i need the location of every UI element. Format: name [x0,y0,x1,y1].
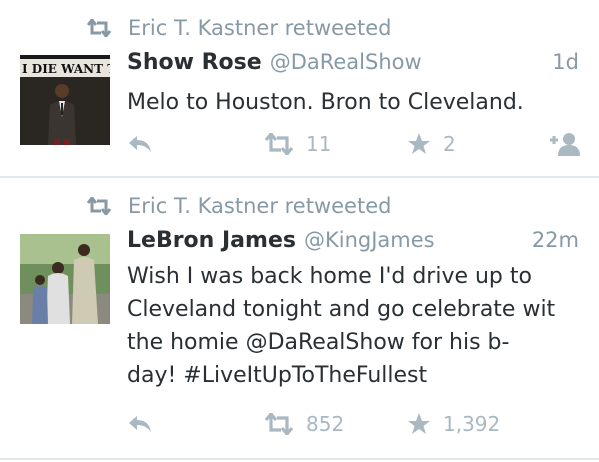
tweet-text-line: Cleveland tonight and go celebrate wit [127,297,556,322]
favorite-count: 2 [443,132,456,156]
tweet-show-rose[interactable]: Eric T. Kastner retweeted I DIE WANT T S… [0,0,599,176]
tweet-time[interactable]: 22m [532,228,579,252]
retweet-button[interactable]: 11 [264,132,331,156]
tweet-lebron-james[interactable]: Eric T. Kastner retweeted LeBron James @… [0,178,599,462]
tweet-text: Melo to Houston. Bron to Cleveland. [127,86,587,119]
retweet-icon [264,133,294,155]
tweet-text-line: the homie @DaRealShow for his b- [127,330,510,355]
follow-button[interactable] [544,131,580,157]
author-name[interactable]: Show Rose [127,50,262,75]
reply-icon [129,136,151,152]
retweeted-by-text: Eric T. Kastner retweeted [128,16,392,40]
retweet-count: 11 [306,132,332,156]
tweet-divider [0,458,599,460]
retweeted-by-line: Eric T. Kastner retweeted [86,14,391,42]
avatar[interactable] [20,234,110,324]
reply-icon [129,416,151,432]
favorite-button[interactable]: 1,392 [407,412,500,436]
retweet-icon [86,17,112,39]
tweet-actions: 852 1,392 [0,410,599,440]
star-icon [408,413,430,434]
author-handle[interactable]: @DaRealShow [270,50,422,74]
tweet-text-line: Melo to Houston. Bron to Cleveland. [127,90,524,115]
retweet-button[interactable]: 852 [264,412,344,436]
retweet-count: 852 [306,412,345,436]
favorite-count: 1,392 [443,412,501,436]
retweeted-by-line: Eric T. Kastner retweeted [86,192,391,220]
tweet-time[interactable]: 1d [552,50,579,74]
retweet-icon [264,413,294,435]
author-handle[interactable]: @KingJames [304,228,435,252]
star-icon [408,133,430,154]
follow-user-icon [550,133,580,156]
reply-button[interactable] [128,414,152,434]
tweet-header: Show Rose @DaRealShow 1d [127,50,579,80]
tweet-text: Wish I was back home I'd drive up to Cle… [127,260,587,392]
tweet-text-line: Wish I was back home I'd drive up to [127,264,532,289]
reply-button[interactable] [128,134,152,154]
author-name[interactable]: LeBron James [127,228,296,253]
tweet-header: LeBron James @KingJames 22m [127,228,579,258]
tweet-actions: 11 2 [0,130,599,160]
avatar-banner-text: I DIE WANT T [22,62,110,76]
retweeted-by-text: Eric T. Kastner retweeted [128,194,392,218]
tweet-text-line: day! #LiveItUpToTheFullest [127,363,428,388]
favorite-button[interactable]: 2 [407,132,456,156]
retweet-icon [86,195,112,217]
